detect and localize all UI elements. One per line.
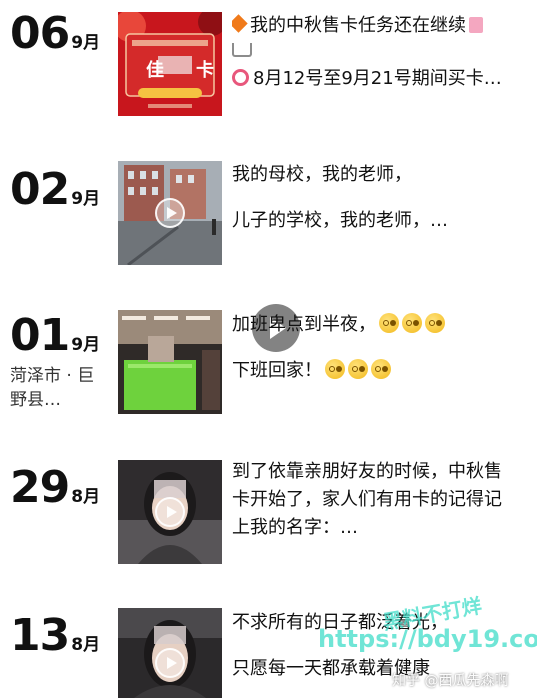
entry-text-line: 8月12号至9月21号期间买卡…	[232, 63, 527, 94]
play-icon[interactable]	[155, 497, 185, 527]
entry-date: 13 8月	[10, 612, 115, 660]
zhihu-watermark: 知乎 @西瓜先森啊	[392, 673, 509, 689]
shopping-bag-icon	[469, 17, 483, 33]
entry-video-thumbnail[interactable]	[118, 608, 222, 698]
feed-entry[interactable]: 06 9月 佳 卡 我的中秋售卡任务还在继续 8月12号至9月21号期间买卡…	[0, 10, 537, 120]
dazed-face-icon	[325, 359, 345, 379]
entry-month: 8月	[71, 487, 101, 507]
dazed-face-icon	[425, 313, 445, 333]
entry-video-thumbnail[interactable]	[118, 310, 222, 414]
entry-day: 29	[10, 462, 70, 513]
entry-text: 加班卑点到半夜， 下班回家！	[232, 310, 527, 386]
orange-diamond-icon	[232, 14, 248, 33]
feed-entry[interactable]: 29 8月 到了依靠亲朋好友的时候，中秋售 卡开始了，家人们有用卡的记得记 上我的…	[0, 458, 537, 568]
dazed-face-icon	[371, 359, 391, 379]
entry-location[interactable]: 菏泽市 · 巨野县…	[10, 364, 106, 412]
feed-entry[interactable]: 02 9月 我的母校，我的老师， 儿子的学校，我的老师，…	[0, 160, 537, 268]
card-brand-text: 佳	[146, 60, 164, 81]
entry-text-line: 上我的名字：…	[232, 517, 358, 538]
shopping-cart-icon	[232, 43, 252, 57]
play-icon[interactable]	[155, 648, 185, 678]
entry-day: 02	[10, 164, 70, 215]
entry-video-thumbnail[interactable]	[118, 460, 222, 564]
entry-date: 06 9月	[10, 10, 115, 58]
dazed-face-icon	[379, 313, 399, 333]
dazed-face-icon	[402, 313, 422, 333]
entry-month: 9月	[71, 335, 101, 355]
entry-day: 01	[10, 310, 70, 361]
card-type-text: 卡	[196, 60, 214, 81]
entry-date: 01 9月 菏泽市 · 巨野县…	[10, 312, 115, 412]
entry-month: 8月	[71, 635, 101, 655]
entry-video-thumbnail[interactable]	[118, 161, 222, 265]
entry-text-line	[232, 41, 527, 63]
entry-text-line: 我的母校，我的老师，	[232, 164, 412, 185]
entry-text-line: 卡开始了，家人们有用卡的记得记	[232, 489, 502, 510]
entry-text-line: 下班回家！	[232, 356, 527, 386]
entry-text-line: 加班卑点到半夜，	[232, 310, 527, 340]
entry-text: 我的中秋售卡任务还在继续 8月12号至9月21号期间买卡…	[232, 10, 527, 94]
dazed-face-icon	[348, 359, 368, 379]
entry-day: 06	[10, 8, 70, 59]
feed-entry[interactable]: 01 9月 菏泽市 · 巨野县… 加班卑点到半夜， 下班回家！	[0, 304, 537, 418]
entry-month: 9月	[71, 189, 101, 209]
entry-text: 到了依靠亲朋好友的时候，中秋售 卡开始了，家人们有用卡的记得记 上我的名字：…	[232, 458, 527, 542]
overtime-video-frame	[118, 310, 222, 414]
entry-day: 13	[10, 610, 70, 661]
entry-date: 29 8月	[10, 464, 115, 512]
entry-text-line: 儿子的学校，我的老师，…	[232, 210, 448, 231]
alarm-clock-icon	[232, 69, 249, 86]
entry-text: 我的母校，我的老师， 儿子的学校，我的老师，…	[232, 160, 527, 236]
site-url-watermark: https://bdy19.co	[318, 625, 537, 653]
play-icon[interactable]	[155, 198, 185, 228]
entry-text-line: 到了依靠亲朋好友的时候，中秋售	[232, 461, 502, 482]
entry-thumbnail[interactable]: 佳 卡	[118, 12, 222, 116]
entry-text-line: 我的中秋售卡任务还在继续	[232, 10, 527, 41]
entry-date: 02 9月	[10, 166, 115, 214]
entry-month: 9月	[71, 33, 101, 53]
